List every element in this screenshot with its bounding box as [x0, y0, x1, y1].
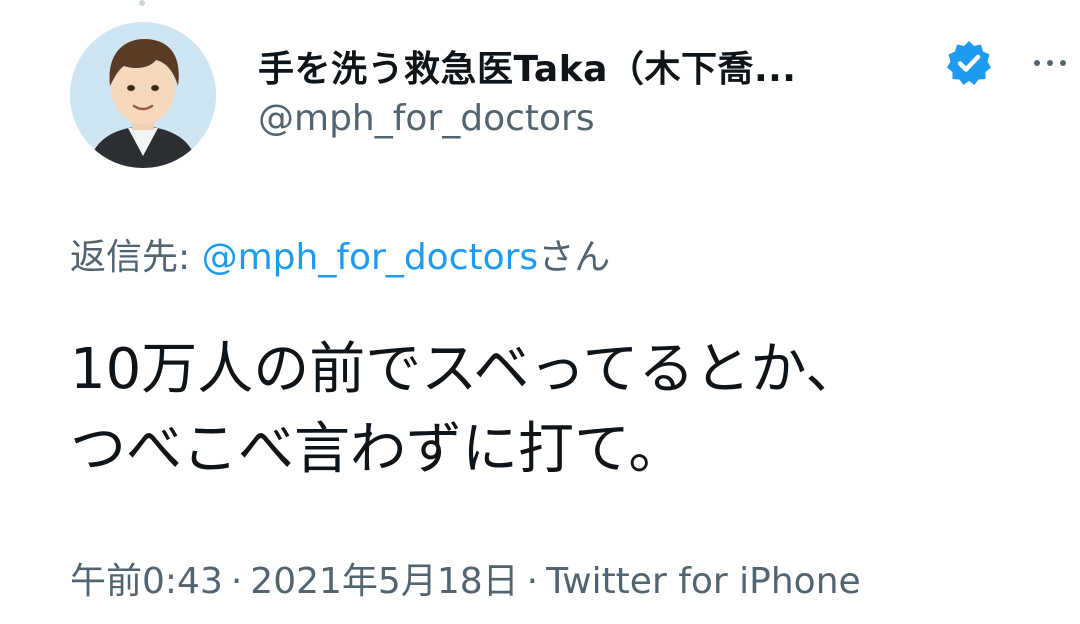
- user-handle[interactable]: @mph_for_doctors: [258, 98, 595, 139]
- tweet-date[interactable]: 2021年5月18日: [250, 561, 518, 602]
- tweet-text-line: つべこべ言わずに打て。: [70, 417, 685, 482]
- reply-context: 返信先: @mph_for_doctorsさん: [70, 228, 610, 280]
- reply-to-link[interactable]: @mph_for_doctors: [202, 237, 539, 278]
- more-options-icon[interactable]: [1030, 52, 1070, 76]
- tweet-text: 10万人の前でスベってるとか、 つべこべ言わずに打て。: [70, 330, 1050, 490]
- tweet-card: 手を洗う救急医Taka（木下喬... @mph_for_doctors 返信先:…: [0, 0, 1080, 624]
- display-name-row[interactable]: 手を洗う救急医Taka（木下喬...: [258, 38, 796, 94]
- avatar[interactable]: [70, 22, 216, 168]
- thread-connector-dot: [139, 0, 145, 6]
- tweet-time[interactable]: 午前0:43: [70, 561, 223, 602]
- tweet-text-line: 10万人の前でスベってるとか、: [70, 337, 862, 402]
- tweet-metadata: 午前0:43 · 2021年5月18日 · Twitter for iPhone: [70, 552, 861, 604]
- separator: ·: [526, 561, 539, 602]
- tweet-source[interactable]: Twitter for iPhone: [546, 561, 861, 602]
- separator: ·: [230, 561, 243, 602]
- display-name[interactable]: 手を洗う救急医Taka（木下喬...: [258, 40, 796, 92]
- verified-badge-icon: [944, 38, 994, 88]
- reply-suffix: さん: [538, 237, 611, 278]
- reply-prefix: 返信先:: [70, 237, 202, 278]
- avatar-illustration-icon: [70, 22, 216, 168]
